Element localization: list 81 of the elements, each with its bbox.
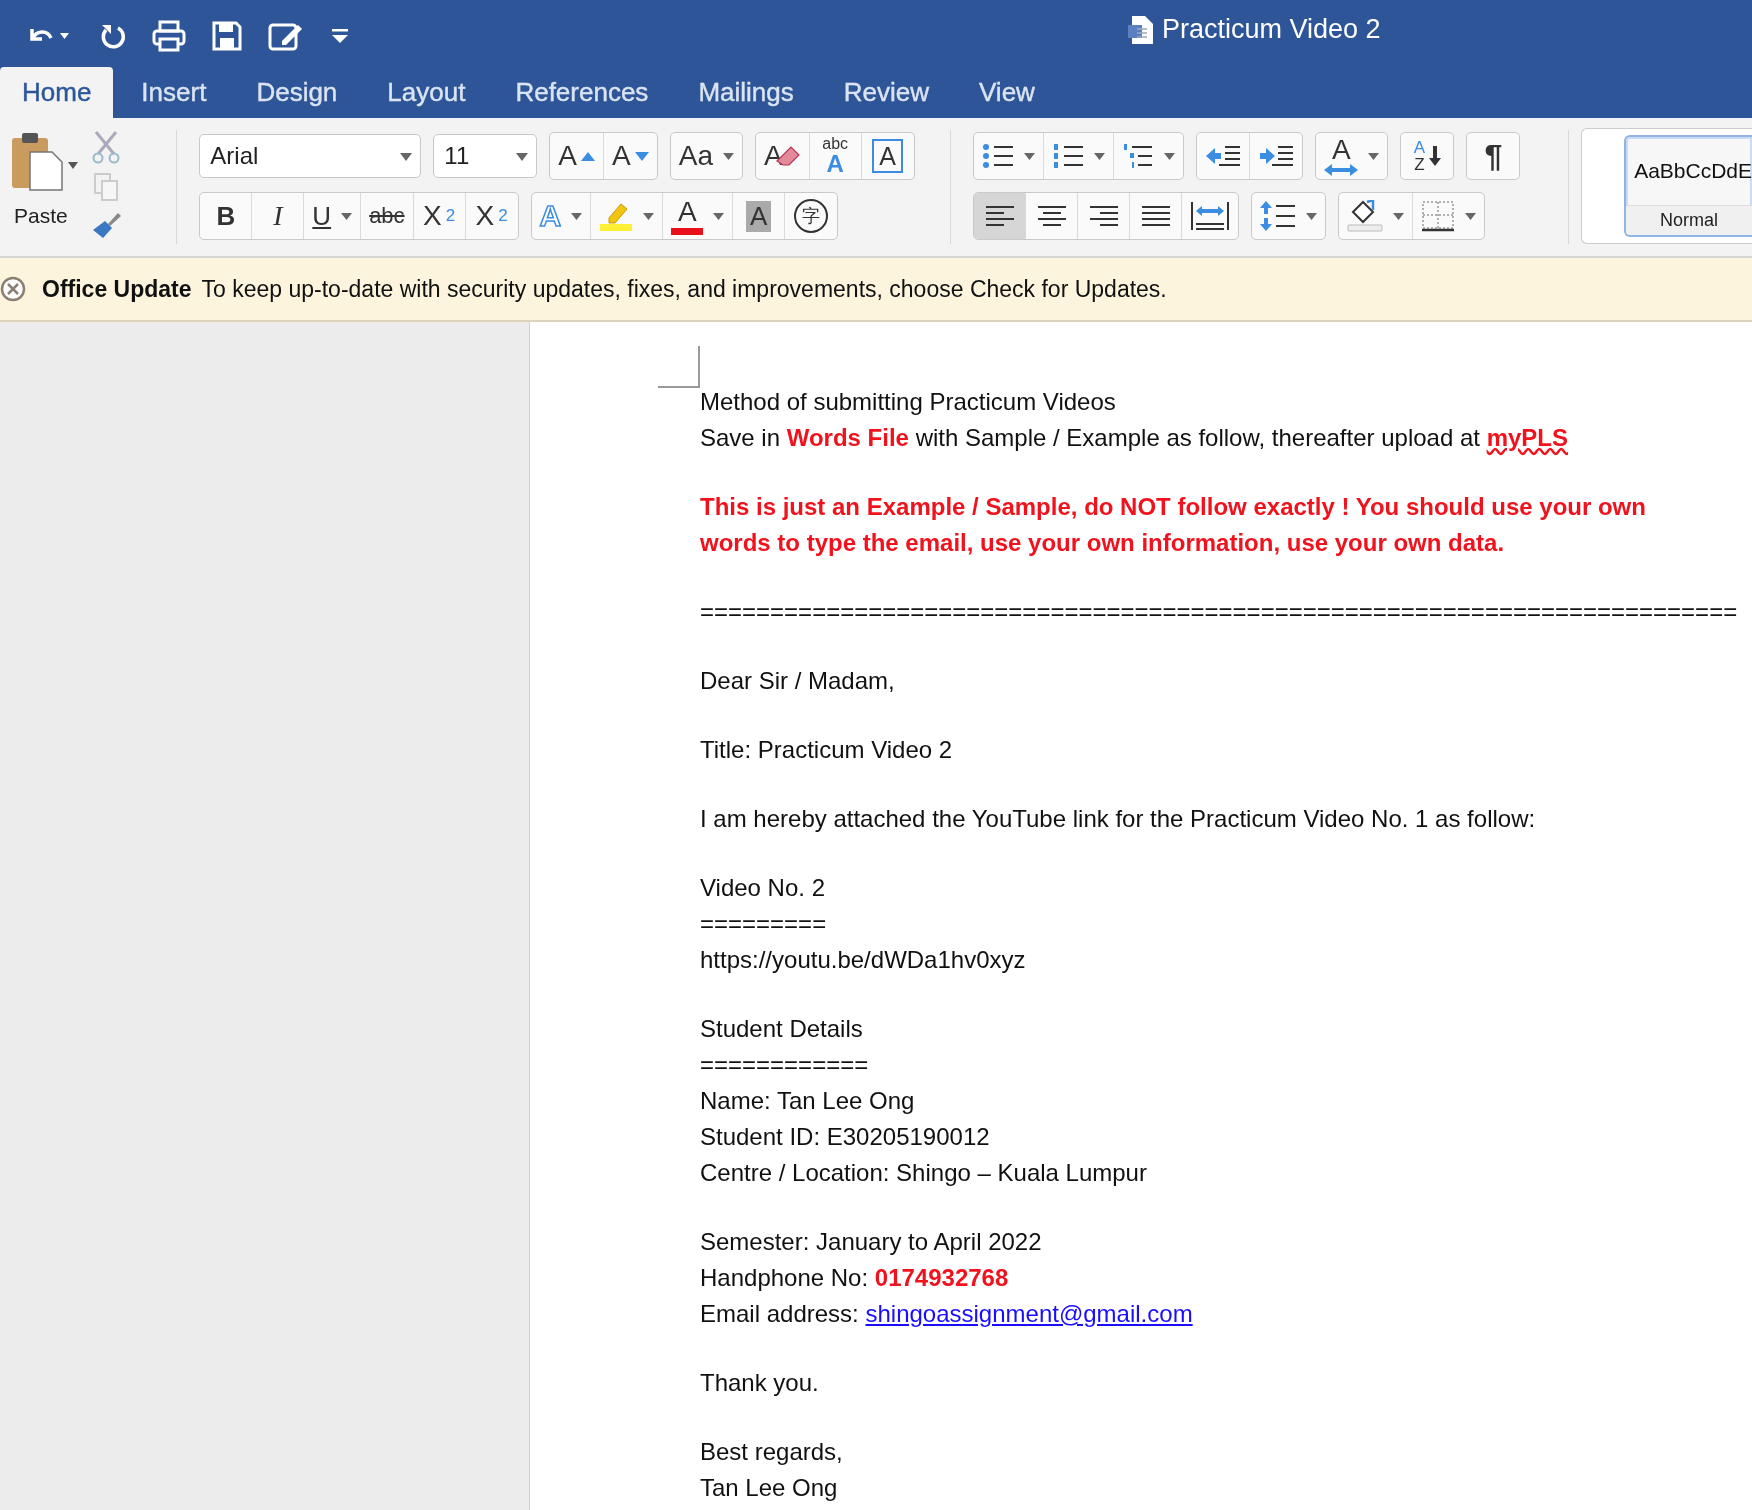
decrease-indent-icon	[1205, 143, 1242, 169]
notice-message: To keep up-to-date with security updates, fixes, and improvements, choose Check for Updates.	[201, 275, 1167, 303]
customize-caret-icon[interactable]	[330, 26, 350, 46]
shrink-font-button[interactable]: A	[604, 133, 657, 179]
italic-button[interactable]: I	[252, 193, 305, 239]
email-link[interactable]: shingoassignment@gmail.com	[865, 1300, 1193, 1327]
double-arrow-icon	[1324, 164, 1359, 176]
style-card[interactable]: AaBbCcDdE Normal	[1624, 135, 1752, 237]
document-line: Save in Words File with Sample / Example as follow, thereafter upload at myPLS	[700, 423, 1570, 453]
ribbon-tab[interactable]: Layout	[365, 67, 488, 118]
ribbon-tab[interactable]: Insert	[119, 67, 229, 118]
document-line: ==========================================================================	[700, 597, 1739, 627]
save-icon[interactable]	[212, 21, 242, 51]
margin-corner-mark	[658, 346, 700, 388]
borders-icon	[1421, 200, 1456, 232]
document-line: Tan Lee Ong	[700, 1473, 839, 1503]
ribbon-tab[interactable]: Design	[234, 67, 360, 118]
document-line: https://youtu.be/dWDa1hv0xyz	[700, 945, 1027, 975]
document-line: Student ID: E30205190012	[700, 1122, 991, 1152]
enclose-characters-button[interactable]: 字	[785, 193, 838, 239]
document-line: Handphone No: 0174932768	[700, 1263, 1010, 1293]
show-marks-button[interactable]: ¶	[1467, 133, 1520, 179]
close-icon[interactable]	[0, 276, 26, 302]
distributed-icon	[1190, 201, 1231, 231]
document-line: Centre / Location: Shingo – Kuala Lumpur	[700, 1158, 1148, 1188]
caret-icon	[516, 153, 529, 161]
superscript-button[interactable]: X$^{2}$	[465, 193, 518, 239]
document-line: ============	[700, 1050, 870, 1080]
character-border-button[interactable]: A	[861, 133, 914, 179]
grow-font-button[interactable]: A	[550, 133, 605, 179]
font-name-field[interactable]: Arial	[199, 134, 422, 178]
print-icon[interactable]	[152, 20, 186, 52]
bold-button[interactable]: B	[200, 193, 253, 239]
document-line: Student Details	[700, 1014, 864, 1044]
character-shading-button[interactable]: A	[733, 193, 786, 239]
align-left-button[interactable]	[974, 193, 1027, 239]
document-line: Thank you.	[700, 1368, 820, 1398]
font-size-field[interactable]: 11	[433, 134, 538, 178]
line-spacing-icon	[1260, 201, 1297, 231]
align-left-icon	[984, 205, 1015, 227]
phonetic-guide-button[interactable]: abc A	[809, 133, 862, 179]
ribbon-tab[interactable]: Mailings	[676, 67, 816, 118]
document-line: Semester: January to April 2022	[700, 1227, 1043, 1257]
document-line: =========	[700, 909, 828, 939]
increase-indent-icon	[1258, 143, 1295, 169]
bullet-list-icon	[982, 143, 1015, 169]
document-line: I am hereby attached the YouTube link for the Practicum Video No. 1 as follow:	[700, 804, 1537, 834]
strikethrough-button[interactable]: abc	[361, 193, 414, 239]
document-line: This is just an Example / Sample, do NOT follow exactly ! You should use your own	[700, 492, 1647, 522]
document-line: Best regards,	[700, 1437, 844, 1467]
document-line: Title: Practicum Video 2	[700, 735, 954, 765]
document-line: Email address: shingoassignment@gmail.com	[700, 1299, 1194, 1329]
document-icon	[1128, 14, 1154, 45]
ribbon-tab[interactable]: References	[493, 67, 671, 118]
document-line: Dear Sir / Madam,	[700, 666, 896, 696]
numbered-list-icon	[1052, 143, 1085, 169]
document-line: Method of submitting Practicum Videos	[700, 387, 1117, 417]
ribbon-tab[interactable]: Home	[0, 67, 114, 118]
down-arrow-icon	[1429, 146, 1442, 166]
document-line: Name: Tan Lee Ong	[700, 1086, 916, 1116]
triangle-down-icon	[634, 151, 649, 161]
edit-document-icon[interactable]	[268, 21, 304, 51]
paste-button[interactable]: Paste	[8, 130, 78, 256]
triangle-up-icon	[581, 151, 596, 161]
notice-title: Office Update	[42, 275, 192, 303]
paint-bucket-icon	[1347, 200, 1384, 232]
window-title: Practicum Video 2	[1162, 14, 1381, 45]
ribbon-tab[interactable]: Review	[821, 67, 951, 118]
underline-button[interactable]: U	[304, 193, 362, 239]
caret-icon	[400, 153, 413, 161]
justify-icon	[1140, 205, 1171, 227]
align-right-icon	[1088, 205, 1119, 227]
multilevel-list-icon	[1122, 143, 1155, 169]
ribbon-tab[interactable]: View	[957, 67, 1057, 118]
font-color-button[interactable]: A	[663, 193, 734, 239]
document-line: Video No. 2	[700, 873, 826, 903]
asian-layout-button[interactable]: A	[1316, 133, 1388, 179]
align-center-icon	[1036, 205, 1067, 227]
sort-button[interactable]: A Z	[1401, 133, 1454, 179]
change-case-button[interactable]: Aa	[670, 133, 742, 179]
document-line: words to type the email, use your own information, use your own data.	[700, 528, 1506, 558]
